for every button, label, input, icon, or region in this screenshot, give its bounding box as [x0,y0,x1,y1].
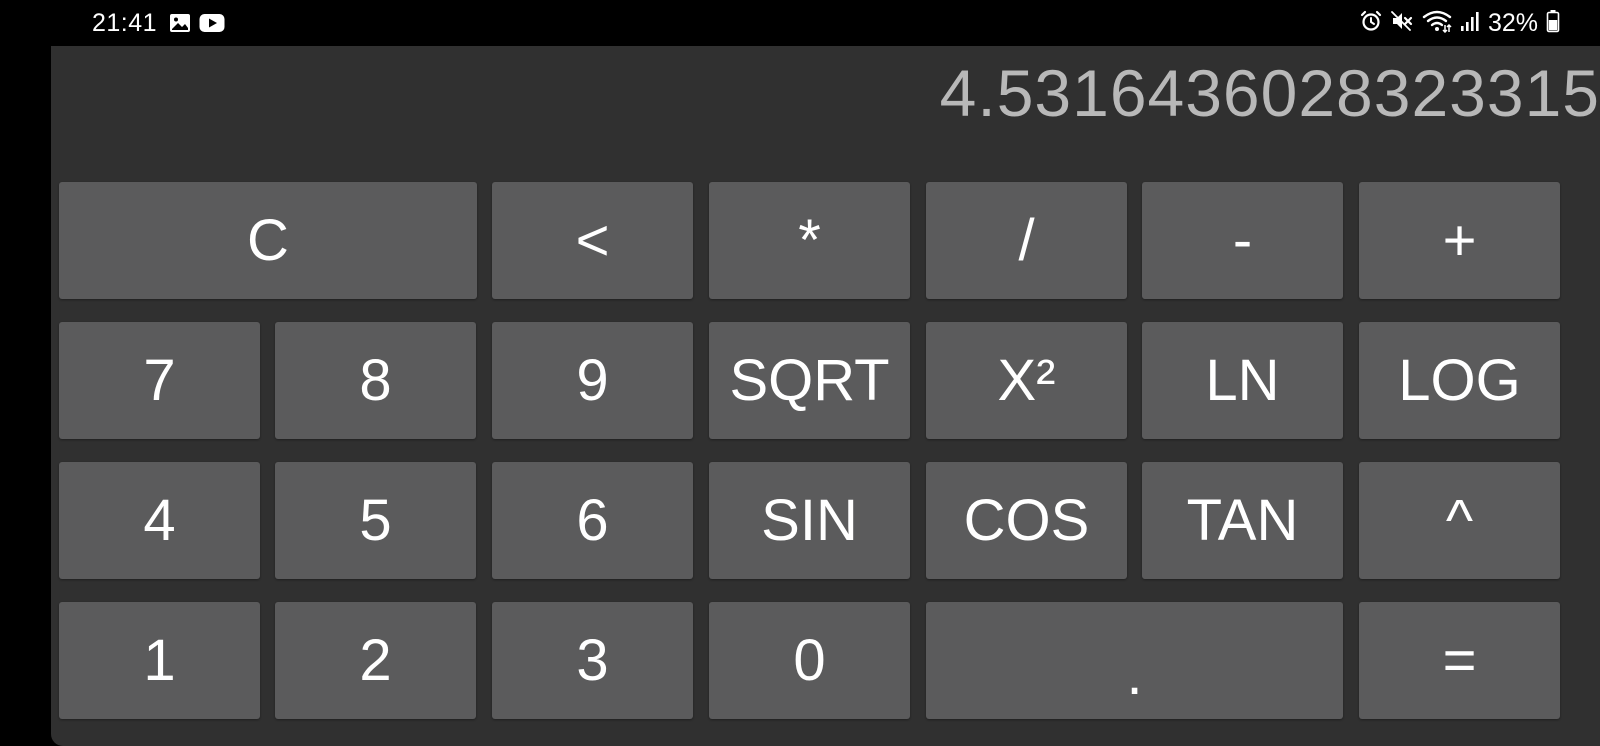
decimal-button[interactable]: . [926,602,1343,719]
alarm-icon [1360,10,1382,37]
eight-button[interactable]: 8 [275,322,476,439]
sqrt-button-label: SQRT [729,348,890,413]
multiply-button-label: * [798,208,821,273]
signal-icon [1460,10,1480,37]
status-time: 21:41 [92,8,158,37]
calculator-display: 4.5316436028323315 [51,46,1600,181]
battery-percent: 32% [1487,8,1538,37]
cos-button[interactable]: COS [926,462,1127,579]
zero-button-label: 0 [793,628,826,693]
display-value: 4.5316436028323315 [939,56,1600,130]
tan-button[interactable]: TAN [1142,462,1343,579]
six-button[interactable]: 6 [492,462,693,579]
mute-icon [1390,10,1414,37]
nine-button[interactable]: 9 [492,322,693,439]
ln-button-label: LN [1205,348,1280,413]
eight-button-label: 8 [359,348,392,413]
divide-button[interactable]: / [926,182,1127,299]
backspace-button[interactable]: < [492,182,693,299]
decimal-button-label: . [1126,642,1143,707]
equals-button-label: = [1442,628,1477,693]
clear-button[interactable]: C [59,182,477,299]
power-button[interactable]: ^ [1359,462,1560,579]
nine-button-label: 9 [576,348,609,413]
log-button[interactable]: LOG [1359,322,1560,439]
power-button-label: ^ [1445,488,1474,553]
five-button-label: 5 [359,488,392,553]
tan-button-label: TAN [1186,488,1299,553]
calculator-app: 4.5316436028323315 C < * / - + 7 8 9 SQR… [51,46,1600,746]
one-button[interactable]: 1 [59,602,260,719]
seven-button[interactable]: 7 [59,322,260,439]
plus-button[interactable]: + [1359,182,1560,299]
minus-button[interactable]: - [1142,182,1343,299]
gallery-icon [169,13,191,33]
four-button[interactable]: 4 [59,462,260,579]
square-button[interactable]: X² [926,322,1127,439]
square-button-label: X² [997,348,1056,413]
six-button-label: 6 [576,488,609,553]
equals-button[interactable]: = [1359,602,1560,719]
status-bar: 21:41 32% [0,0,1600,46]
plus-button-label: + [1442,208,1477,273]
sin-button[interactable]: SIN [709,462,910,579]
multiply-button[interactable]: * [709,182,910,299]
one-button-label: 1 [143,628,176,693]
battery-icon [1546,9,1560,38]
three-button[interactable]: 3 [492,602,693,719]
backspace-button-label: < [575,208,610,273]
minus-button-label: - [1232,208,1253,273]
four-button-label: 4 [143,488,176,553]
two-button-label: 2 [359,628,392,693]
two-button[interactable]: 2 [275,602,476,719]
sin-button-label: SIN [761,488,858,553]
three-button-label: 3 [576,628,609,693]
status-bar-right: 32% [1360,8,1560,38]
youtube-icon [199,13,225,33]
zero-button[interactable]: 0 [709,602,910,719]
clear-button-label: C [247,208,289,273]
wifi-icon [1422,9,1452,38]
seven-button-label: 7 [143,348,176,413]
cos-button-label: COS [963,488,1090,553]
divide-button-label: / [1018,208,1035,273]
status-bar-left: 21:41 [92,8,225,38]
ln-button[interactable]: LN [1142,322,1343,439]
sqrt-button[interactable]: SQRT [709,322,910,439]
log-button-label: LOG [1398,348,1521,413]
five-button[interactable]: 5 [275,462,476,579]
